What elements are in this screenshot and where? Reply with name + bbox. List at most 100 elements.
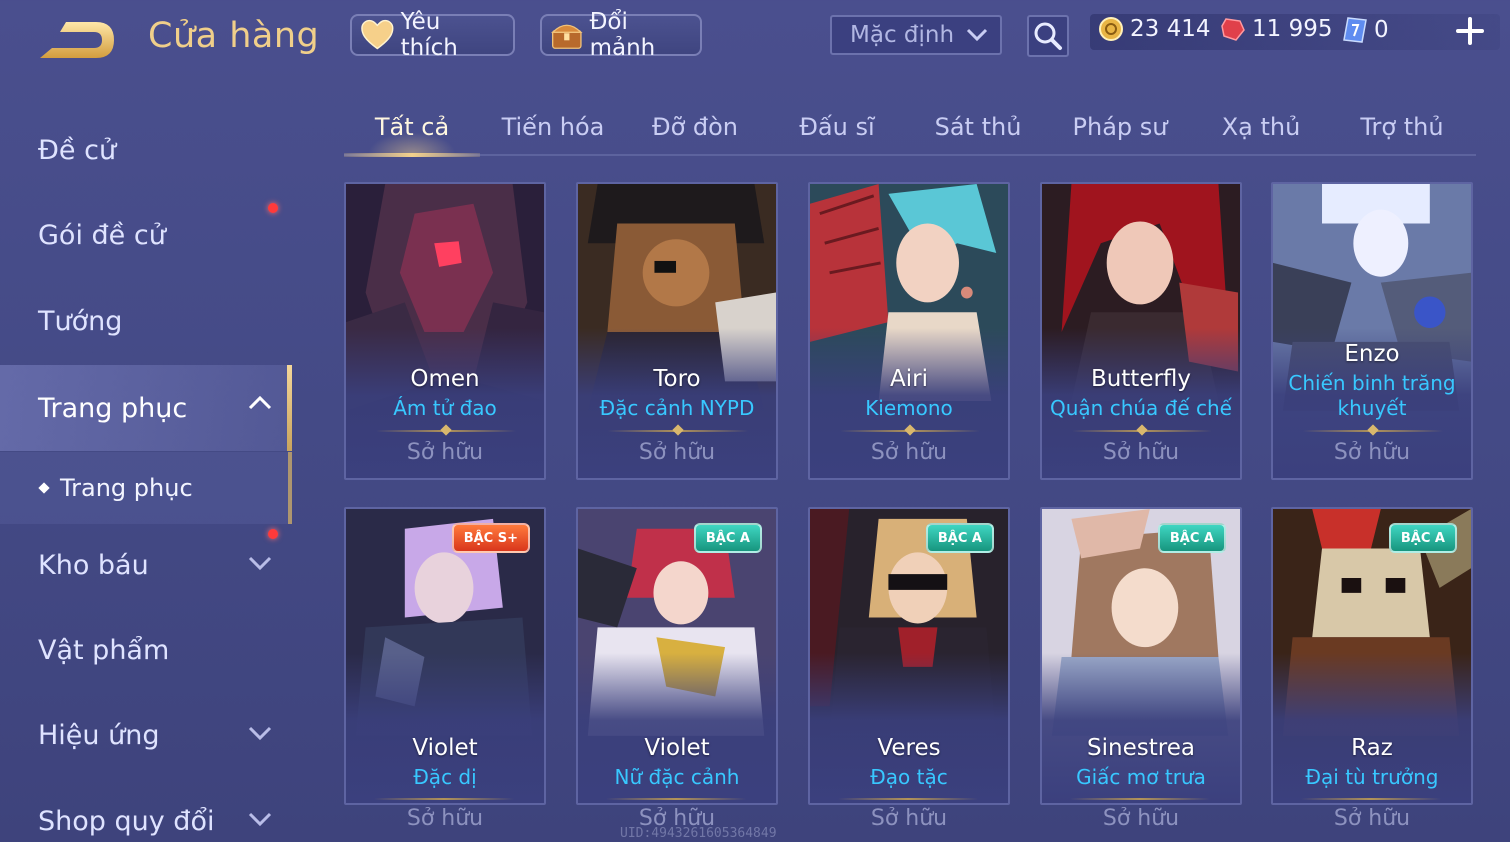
hero-name: Veres [877, 735, 941, 761]
sidebar-item-treasure[interactable]: Kho báu [0, 525, 292, 605]
card-divider [374, 798, 514, 800]
tier-badge: BẬC A [693, 523, 762, 553]
favorite-button[interactable]: Yêu thích [350, 9, 515, 61]
role-tabs: Tất cả Tiến hóa Đỡ đòn Đấu sĩ Sát thủ Ph… [344, 100, 1476, 157]
chevron-up-icon [248, 395, 272, 410]
card-divider [1070, 798, 1210, 800]
red-gem-icon [1221, 18, 1245, 41]
bullet-icon [38, 482, 50, 494]
chevron-down-icon [248, 812, 272, 827]
sidebar-item-label: Shop quy đổi [38, 805, 215, 837]
ownership-status: Sở hữu [870, 806, 948, 831]
gold-coin-icon [1099, 17, 1123, 41]
sidebar-item-items[interactable]: Vật phẩm [0, 610, 292, 690]
skin-name: Đại tù trưởng [1305, 765, 1439, 789]
tab-mage[interactable]: Pháp sư [1052, 100, 1188, 154]
tab-label: Sát thủ [934, 113, 1022, 141]
skin-card[interactable]: Omen Ám tử đao Sở hữu [344, 182, 546, 480]
favorite-label: Yêu thích [400, 9, 458, 61]
sidebar-item-skins[interactable]: Trang phục [0, 365, 292, 451]
tab-all[interactable]: Tất cả [344, 100, 480, 157]
notification-dot [268, 529, 278, 539]
tab-label: Tiến hóa [501, 113, 605, 141]
tab-label: Pháp sư [1072, 113, 1168, 141]
add-currency-button[interactable] [1455, 16, 1485, 46]
sidebar-item-label: Gói đề cử [38, 219, 166, 251]
gold-amount: 23 414 [1130, 16, 1211, 42]
sidebar-item-label: Tướng [38, 305, 123, 337]
skin-name: Chiến binh trăng khuyết [1288, 371, 1456, 420]
card-divider [1303, 430, 1443, 432]
sidebar-item-label: Vật phẩm [38, 634, 170, 666]
notification-dot [268, 203, 278, 213]
voucher-amount: 0 [1374, 17, 1389, 43]
ownership-status: Sở hữu [406, 806, 484, 831]
top-bar: Cửa hàng Yêu thích Đổi mảnh Mặc định 23 [0, 0, 1510, 72]
exchange-fragments-button[interactable]: Đổi mảnh [540, 9, 702, 61]
sidebar-item-label: Kho báu [38, 549, 149, 581]
ownership-status: Sở hữu [870, 440, 948, 465]
gold-currency: 23 414 [1098, 16, 1210, 42]
skin-name: Nữ đặc cảnh [614, 765, 740, 789]
sidebar-item-exchange-shop[interactable]: Shop quy đổi [0, 781, 292, 842]
sidebar-subitem-skins[interactable]: Trang phục [0, 452, 292, 524]
skin-card[interactable]: Enzo Chiến binh trăng khuyết Sở hữu [1271, 182, 1473, 480]
tab-marksman[interactable]: Xạ thủ [1193, 100, 1329, 154]
chevron-down-icon [966, 28, 988, 42]
sidebar-item-recommended[interactable]: Đề cử [0, 110, 292, 190]
skin-name: Ám tử đao [393, 396, 497, 420]
hero-name: Sinestrea [1087, 735, 1195, 761]
tab-label: Tất cả [374, 113, 450, 141]
exchange-label: Đổi mảnh [589, 9, 656, 61]
skin-card[interactable]: BẬC A Veres Đạo tặc [808, 507, 1010, 805]
card-divider [840, 430, 980, 432]
tab-evolution[interactable]: Tiến hóa [485, 100, 621, 154]
tab-label: Trợ thủ [1360, 113, 1444, 141]
sidebar-item-recommended-packs[interactable]: Gói đề cử [0, 195, 292, 275]
skin-name: Đặc dị [413, 765, 477, 789]
hero-name: Airi [890, 366, 928, 392]
back-button[interactable] [36, 18, 120, 62]
skin-card[interactable]: BẬC A Violet Nữ đặc cảnh [576, 507, 778, 805]
skin-card[interactable]: Butterfly Quận chúa đế chế Sở hữu [1040, 182, 1242, 480]
skin-card[interactable]: Toro Đặc cảnh NYPD Sở hữu [576, 182, 778, 480]
hero-name: Omen [410, 366, 480, 392]
skin-card[interactable]: BẬC A Sinestrea Giấc mơ trưa [1040, 507, 1242, 805]
tier-badge: BẬC A [1388, 523, 1457, 553]
tab-label: Xạ thủ [1221, 113, 1301, 141]
sidebar-item-label: Hiệu ứng [38, 719, 160, 751]
sidebar-item-label: Đề cử [38, 134, 117, 166]
treasure-chest-icon [551, 24, 583, 49]
sidebar-item-effects[interactable]: Hiệu ứng [0, 695, 292, 775]
skin-card[interactable]: Airi Kiemono Sở hữu [808, 182, 1010, 480]
ownership-status: Sở hữu [1102, 440, 1180, 465]
gem-currency: 11 995 [1220, 16, 1332, 42]
tab-tank[interactable]: Đỡ đòn [627, 100, 763, 154]
tab-label: Đỡ đòn [651, 113, 739, 141]
hero-name: Violet [644, 735, 710, 761]
skin-card[interactable]: BẬC S+ Violet Đặc dị [344, 507, 546, 805]
skin-card[interactable]: BẬC A Raz Đại tù trưởng [1271, 507, 1473, 805]
tab-fighter[interactable]: Đấu sĩ [769, 100, 905, 154]
tab-assassin[interactable]: Sát thủ [910, 100, 1046, 154]
skin-name: Giấc mơ trưa [1076, 765, 1206, 789]
hero-name: Raz [1351, 735, 1393, 761]
hero-name: Violet [412, 735, 478, 761]
hero-name: Butterfly [1090, 366, 1192, 392]
sort-dropdown[interactable]: Mặc định [830, 15, 1002, 55]
hero-name: Toro [653, 366, 701, 392]
skin-name: Đạo tặc [870, 765, 948, 789]
sidebar-item-heroes[interactable]: Tướng [0, 281, 292, 361]
tab-support[interactable]: Trợ thủ [1334, 100, 1470, 154]
card-divider [1072, 430, 1212, 432]
search-button[interactable] [1027, 15, 1069, 57]
plus-icon [1456, 17, 1484, 45]
tier-badge: BẬC A [925, 523, 994, 553]
tier-badge: BẬC S+ [451, 523, 530, 553]
sidebar-item-label: Trang phục [38, 392, 188, 424]
gem-amount: 11 995 [1252, 16, 1333, 42]
chevron-down-icon [248, 556, 272, 571]
card-divider [376, 430, 516, 432]
card-divider [606, 798, 746, 800]
search-icon [1034, 22, 1062, 50]
